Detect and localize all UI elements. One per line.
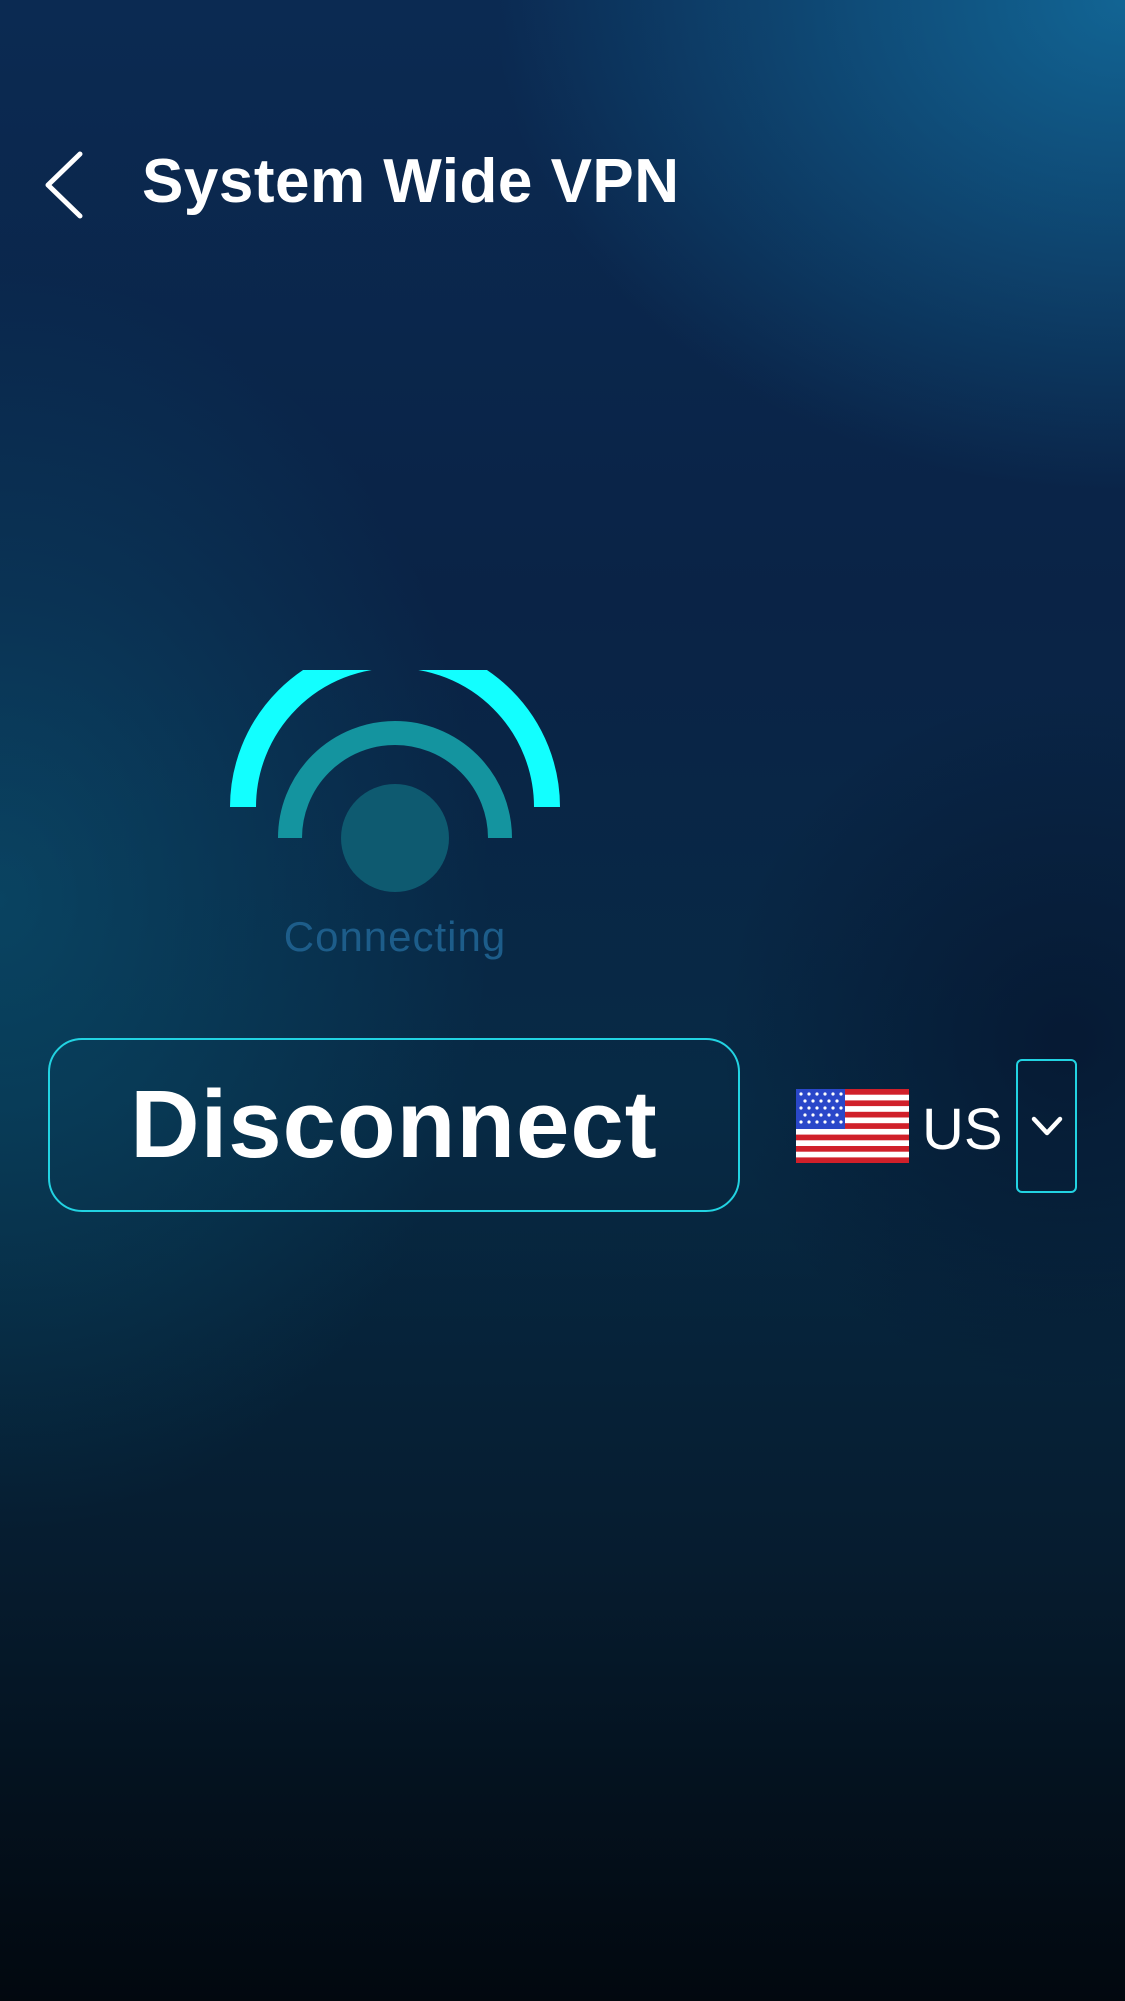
country-dropdown-button[interactable] <box>1016 1059 1077 1193</box>
connection-status-text: Connecting <box>283 913 507 960</box>
chevron-left-icon <box>45 151 83 219</box>
connection-status-indicator <box>230 670 560 900</box>
back-button[interactable] <box>28 148 98 222</box>
country-code: US <box>922 1097 1003 1162</box>
signal-arcs-icon <box>230 670 560 892</box>
chevron-down-icon <box>1031 1116 1062 1136</box>
app-bar: System Wide VPN <box>0 120 1125 250</box>
disconnect-button[interactable]: Disconnect <box>48 1038 740 1212</box>
us-flag-icon <box>796 1089 909 1163</box>
disconnect-button-label: Disconnect <box>130 1071 658 1178</box>
page-title: System Wide VPN <box>142 147 680 216</box>
